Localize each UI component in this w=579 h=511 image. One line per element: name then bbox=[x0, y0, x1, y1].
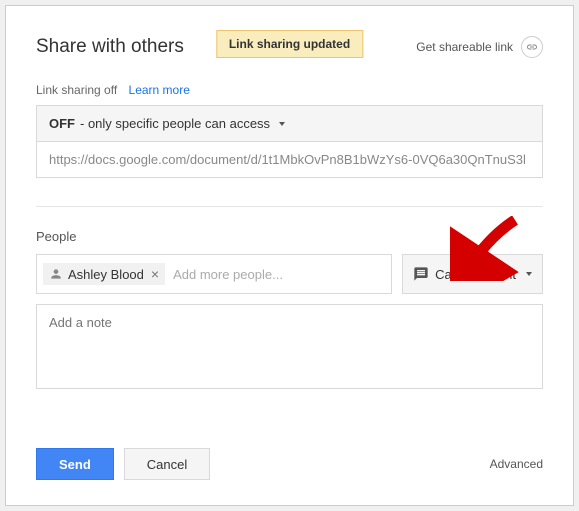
permission-label: Can comment bbox=[435, 267, 516, 282]
chip-name: Ashley Blood bbox=[68, 267, 144, 282]
people-placeholder: Add more people... bbox=[173, 267, 385, 282]
divider bbox=[36, 206, 543, 207]
person-icon bbox=[49, 267, 63, 281]
access-bold: OFF bbox=[49, 116, 75, 131]
permission-dropdown[interactable]: Can comment bbox=[402, 254, 543, 294]
send-button[interactable]: Send bbox=[36, 448, 114, 480]
dialog-title: Share with others bbox=[36, 36, 184, 58]
link-icon bbox=[521, 36, 543, 58]
get-shareable-link-label: Get shareable link bbox=[416, 40, 513, 54]
learn-more-link[interactable]: Learn more bbox=[129, 83, 190, 97]
comment-icon bbox=[413, 266, 429, 282]
get-shareable-link[interactable]: Get shareable link bbox=[416, 36, 543, 58]
person-chip: Ashley Blood × bbox=[43, 263, 165, 285]
caret-down-icon bbox=[279, 122, 285, 126]
access-level-dropdown[interactable]: OFF - only specific people can access bbox=[36, 105, 543, 142]
people-row: Ashley Blood × Add more people... Can co… bbox=[36, 254, 543, 294]
dialog-header: Share with others Link sharing updated G… bbox=[36, 36, 543, 58]
share-dialog: Share with others Link sharing updated G… bbox=[5, 5, 574, 506]
link-sharing-status: Link sharing off Learn more bbox=[36, 83, 543, 97]
people-label: People bbox=[36, 229, 543, 244]
remove-chip-icon[interactable]: × bbox=[151, 266, 159, 282]
note-input[interactable] bbox=[36, 304, 543, 389]
access-text: - only specific people can access bbox=[80, 116, 270, 131]
caret-down-icon bbox=[526, 272, 532, 276]
dialog-footer: Send Cancel Advanced bbox=[36, 448, 543, 480]
people-input[interactable]: Ashley Blood × Add more people... bbox=[36, 254, 392, 294]
cancel-button[interactable]: Cancel bbox=[124, 448, 210, 480]
advanced-link[interactable]: Advanced bbox=[490, 457, 543, 471]
link-sharing-label: Link sharing off bbox=[36, 83, 117, 97]
status-banner: Link sharing updated bbox=[216, 30, 363, 58]
share-url-field[interactable]: https://docs.google.com/document/d/1t1Mb… bbox=[36, 142, 543, 178]
